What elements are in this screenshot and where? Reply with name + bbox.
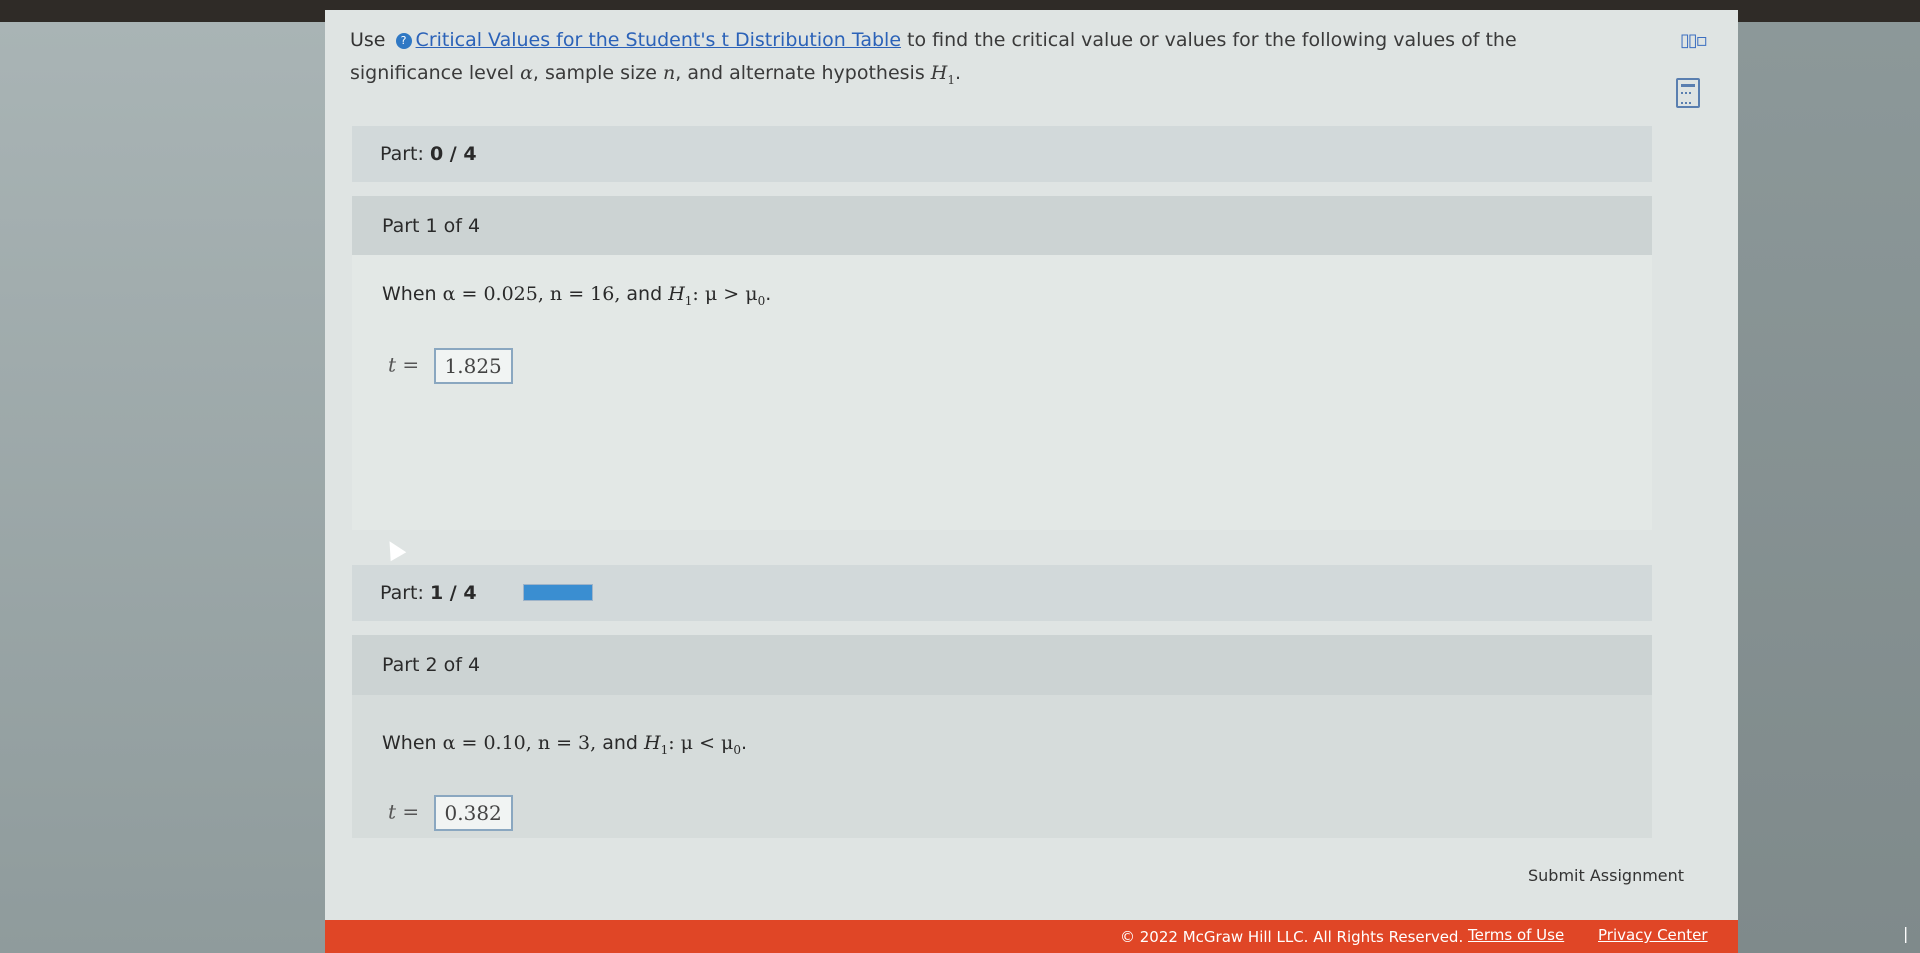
part1-answer-field[interactable]: 1.825 (433, 348, 513, 384)
info-icon[interactable]: ? (395, 33, 412, 49)
t-table-link[interactable]: Critical Values for the Student's t Dist… (416, 29, 901, 51)
part2-t-label: t = (388, 799, 420, 824)
instructions-text-4: , and alternate hypothesis (675, 62, 931, 84)
part2-header: Part 2 of 4 (352, 635, 1652, 695)
instructions-text-1: to find the critical value or values for… (901, 29, 1517, 51)
right-margin (1738, 22, 1920, 953)
progress-indicator (523, 584, 593, 601)
instructions-end: . (955, 62, 962, 84)
table-icon[interactable]: ▯▯▫ (1680, 30, 1708, 51)
part1-params: α = 0.025, n = 16, (442, 283, 621, 305)
footer-copyright: © 2022 McGraw Hill LLC. All Rights Reser… (1120, 928, 1464, 946)
terms-of-use-link[interactable]: Terms of Use (1468, 926, 1564, 944)
h-subscript: 1 (947, 72, 955, 87)
left-margin (0, 22, 325, 953)
progress-value-top: 0 / 4 (429, 143, 477, 165)
part1-header: Part 1 of 4 (352, 196, 1652, 256)
progress-value-mid: 1 / 4 (429, 582, 477, 604)
part1-t-label: t = (388, 352, 420, 377)
part2-params: α = 0.10, n = 3, (442, 732, 597, 754)
progress-label-top: Part: 0 / 4 (380, 143, 477, 165)
instructions-use: Use (350, 29, 386, 51)
instructions-text-2: significance level (350, 62, 521, 84)
part1-question: When α = 0.025, n = 16, and H1: μ > μ0. (382, 283, 772, 308)
part2-body (352, 695, 1652, 838)
progress-bar-mid: Part: 1 / 4 (352, 565, 1652, 621)
submit-assignment-button[interactable]: Submit Assignment (1528, 866, 1684, 885)
instructions: Use ? Critical Values for the Student's t… (350, 24, 1650, 97)
footer-separator: | (1903, 924, 1909, 943)
instructions-text-3: , sample size (532, 62, 663, 84)
part2-answer-field[interactable]: 0.382 (433, 795, 513, 831)
part2-question: When α = 0.10, n = 3, and H1: μ < μ0. (382, 732, 748, 757)
part2-title: Part 2 of 4 (382, 654, 481, 676)
alpha-symbol: α (520, 62, 533, 84)
n-symbol: n (662, 62, 676, 84)
calculator-icon[interactable] (1676, 78, 1700, 108)
part2-answer-row: t = 0.382 (388, 795, 513, 831)
privacy-center-link[interactable]: Privacy Center (1598, 926, 1708, 944)
part1-title: Part 1 of 4 (382, 215, 481, 237)
progress-label-mid: Part: 1 / 4 (380, 582, 477, 604)
part1-answer-row: t = 1.825 (388, 348, 513, 384)
footer: © 2022 McGraw Hill LLC. All Rights Reser… (325, 920, 1908, 953)
progress-bar-top: Part: 0 / 4 (352, 126, 1652, 182)
progress-fill (524, 585, 592, 600)
h-symbol: H (930, 62, 948, 84)
